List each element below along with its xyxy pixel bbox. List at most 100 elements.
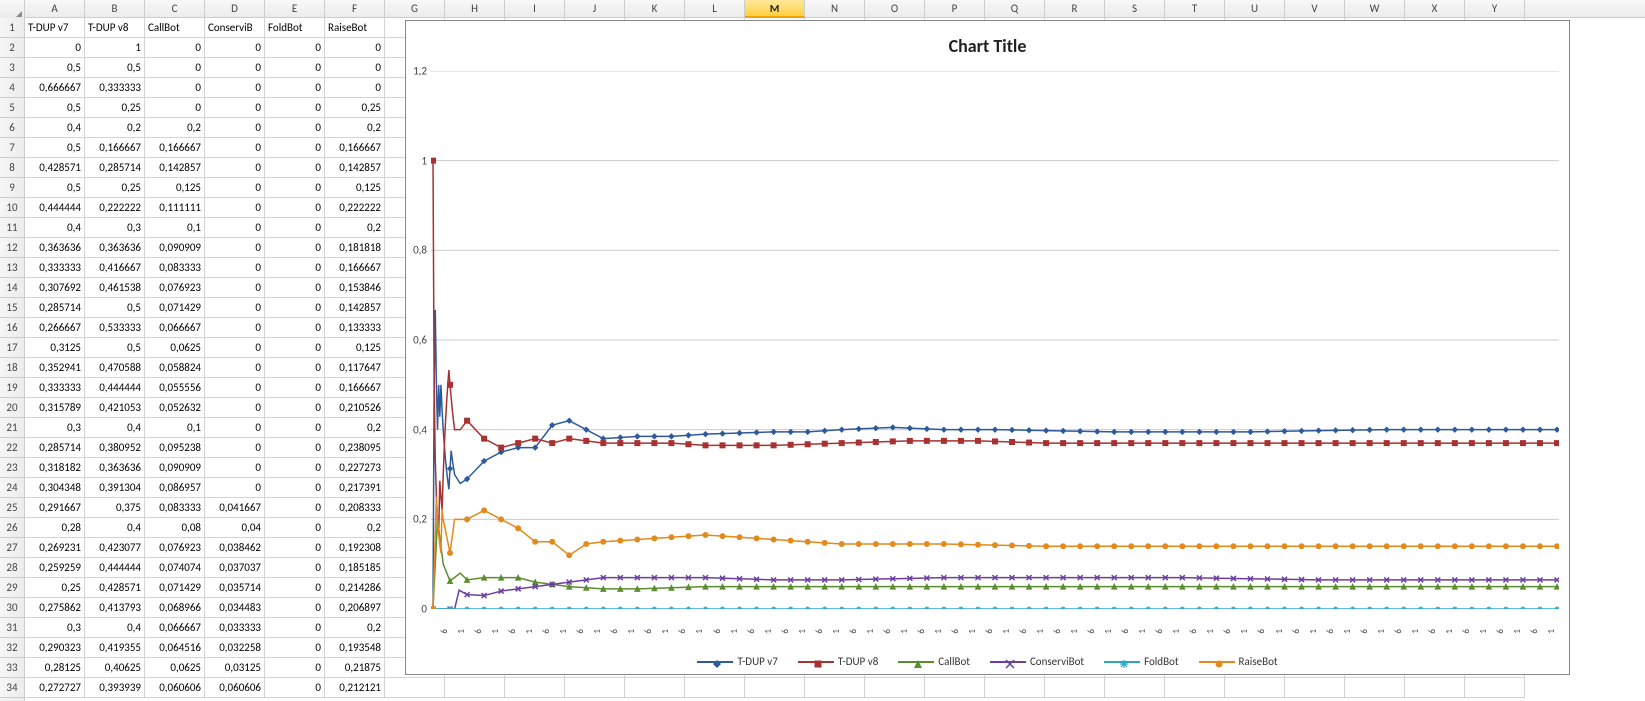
row-header-4[interactable]: 4 — [0, 78, 24, 98]
row-header-12[interactable]: 12 — [0, 238, 24, 258]
cell[interactable]: 0,166667 — [85, 138, 145, 158]
cell[interactable]: 0 — [265, 618, 325, 638]
column-header-F[interactable]: F — [325, 0, 385, 18]
cell[interactable]: 0,333333 — [85, 78, 145, 98]
cell[interactable]: 0,238095 — [325, 438, 385, 458]
cell[interactable] — [1345, 678, 1405, 698]
cell[interactable]: 0,444444 — [85, 558, 145, 578]
cell[interactable]: 0 — [265, 258, 325, 278]
cell[interactable]: 0 — [205, 278, 265, 298]
column-header-D[interactable]: D — [205, 0, 265, 18]
cell[interactable]: 0,034483 — [205, 598, 265, 618]
cell[interactable]: 0 — [265, 578, 325, 598]
cell[interactable]: 0,166667 — [145, 138, 205, 158]
cell[interactable]: 0,071429 — [145, 298, 205, 318]
cell[interactable]: 0,227273 — [325, 458, 385, 478]
column-header-H[interactable]: H — [445, 0, 505, 18]
cell[interactable] — [1465, 678, 1525, 698]
cell[interactable]: 0,1 — [145, 418, 205, 438]
cell[interactable]: 0 — [325, 58, 385, 78]
cell[interactable]: 0,153846 — [325, 278, 385, 298]
cell[interactable]: 0 — [205, 478, 265, 498]
cell[interactable]: 0 — [205, 318, 265, 338]
column-header-N[interactable]: N — [805, 0, 865, 18]
cell[interactable] — [805, 678, 865, 698]
column-header-O[interactable]: O — [865, 0, 925, 18]
cell[interactable]: 0 — [265, 158, 325, 178]
cell[interactable]: FoldBot — [265, 18, 325, 38]
row-header-8[interactable]: 8 — [0, 158, 24, 178]
column-header-L[interactable]: L — [685, 0, 745, 18]
row-header-3[interactable]: 3 — [0, 58, 24, 78]
cell[interactable]: 0,304348 — [25, 478, 85, 498]
cell[interactable]: 0,068966 — [145, 598, 205, 618]
select-all-corner[interactable] — [0, 0, 25, 18]
cell[interactable]: 0,666667 — [25, 78, 85, 98]
cell[interactable]: 0 — [265, 518, 325, 538]
cell[interactable]: 0 — [265, 98, 325, 118]
cell[interactable]: 0 — [265, 338, 325, 358]
legend-item[interactable]: T-DUP v7 — [697, 655, 777, 668]
row-header-26[interactable]: 26 — [0, 518, 24, 538]
row-header-7[interactable]: 7 — [0, 138, 24, 158]
cell[interactable]: 0,1 — [145, 218, 205, 238]
cell[interactable]: 0,393939 — [85, 678, 145, 698]
cell[interactable]: 0,217391 — [325, 478, 385, 498]
cell[interactable]: 0,083333 — [145, 498, 205, 518]
cell[interactable]: 0,111111 — [145, 198, 205, 218]
cell[interactable] — [1045, 678, 1105, 698]
cell[interactable]: 0,419355 — [85, 638, 145, 658]
cell[interactable]: 0,2 — [325, 118, 385, 138]
cell[interactable]: 0 — [205, 158, 265, 178]
cell[interactable]: 0,461538 — [85, 278, 145, 298]
cell[interactable]: 0,166667 — [325, 378, 385, 398]
cell[interactable]: 0 — [265, 378, 325, 398]
cell[interactable]: T-DUP v7 — [25, 18, 85, 38]
cell[interactable]: 0,142857 — [145, 158, 205, 178]
cell[interactable]: 0,212121 — [325, 678, 385, 698]
cell[interactable]: 0,363636 — [85, 238, 145, 258]
cell[interactable]: 0 — [205, 398, 265, 418]
legend-item[interactable]: ConserviBot — [990, 655, 1084, 668]
cell[interactable]: 0,03125 — [205, 658, 265, 678]
cell[interactable]: 0 — [145, 38, 205, 58]
cell[interactable]: 0 — [25, 38, 85, 58]
cell[interactable]: 0,090909 — [145, 238, 205, 258]
row-header-15[interactable]: 15 — [0, 298, 24, 318]
cell[interactable]: 0,380952 — [85, 438, 145, 458]
row-header-13[interactable]: 13 — [0, 258, 24, 278]
row-header-30[interactable]: 30 — [0, 598, 24, 618]
cell[interactable]: 0 — [205, 218, 265, 238]
cell[interactable] — [445, 678, 505, 698]
cell[interactable]: 0,444444 — [85, 378, 145, 398]
cell[interactable]: 0,4 — [85, 518, 145, 538]
row-header-25[interactable]: 25 — [0, 498, 24, 518]
cell[interactable]: 0 — [265, 438, 325, 458]
cell[interactable]: 0,5 — [85, 58, 145, 78]
cell[interactable]: 0 — [265, 418, 325, 438]
cell[interactable] — [565, 678, 625, 698]
cell[interactable]: 0,40625 — [85, 658, 145, 678]
cell[interactable]: 0 — [265, 138, 325, 158]
cell[interactable]: 0,074074 — [145, 558, 205, 578]
cell[interactable]: 0,352941 — [25, 358, 85, 378]
cell[interactable] — [505, 678, 565, 698]
cell-grid[interactable]: T-DUP v7T-DUP v8CallBotConserviBFoldBotR… — [25, 18, 1645, 701]
cell[interactable]: 0 — [205, 338, 265, 358]
cell[interactable]: 0 — [265, 218, 325, 238]
cell[interactable] — [925, 678, 985, 698]
cell[interactable]: 0,076923 — [145, 278, 205, 298]
cell[interactable]: 0,166667 — [325, 258, 385, 278]
row-header-29[interactable]: 29 — [0, 578, 24, 598]
legend-item[interactable]: T-DUP v8 — [798, 655, 878, 668]
cell[interactable]: 0,033333 — [205, 618, 265, 638]
cell[interactable]: 0,060606 — [205, 678, 265, 698]
legend-item[interactable]: CallBot — [898, 655, 970, 668]
row-header-18[interactable]: 18 — [0, 358, 24, 378]
cell[interactable]: 0,125 — [145, 178, 205, 198]
cell[interactable]: 0,2 — [145, 118, 205, 138]
cell[interactable]: 0,210526 — [325, 398, 385, 418]
cell[interactable]: 0 — [145, 98, 205, 118]
column-header-M[interactable]: M — [745, 0, 805, 18]
cell[interactable]: 0,086957 — [145, 478, 205, 498]
